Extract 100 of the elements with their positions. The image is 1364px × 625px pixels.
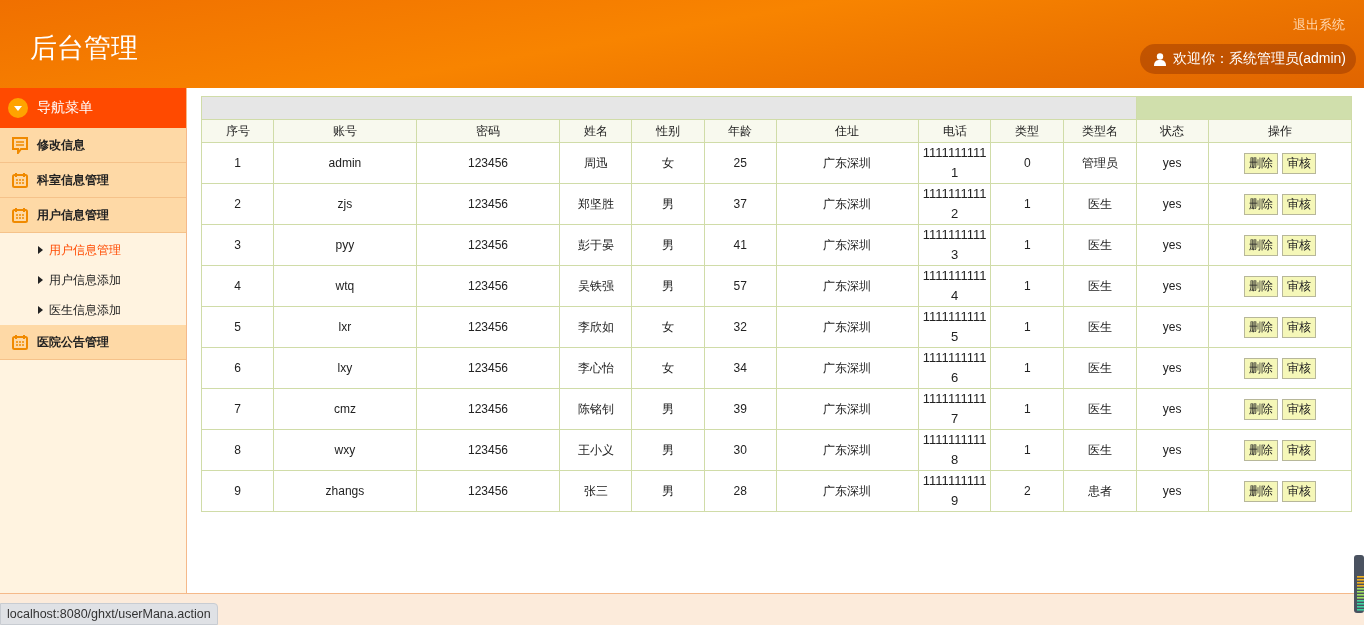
table-cell: 37	[704, 183, 777, 225]
table-cell: 吴铁强	[559, 265, 632, 307]
table-cell: 医生	[1063, 347, 1137, 389]
delete-button[interactable]: 删除	[1243, 316, 1278, 338]
speech-bubble-icon	[12, 136, 28, 154]
table-cell: 2	[990, 470, 1064, 512]
delete-button[interactable]: 删除	[1243, 193, 1278, 215]
delete-button[interactable]: 删除	[1243, 439, 1278, 461]
table-cell: 123456	[416, 142, 560, 184]
table-cell: 医生	[1063, 265, 1137, 307]
table-cell: 广东深圳	[776, 306, 919, 348]
table-cell: 2	[201, 183, 274, 225]
calendar-icon	[12, 334, 28, 350]
table-cell: yes	[1136, 470, 1209, 512]
table-cell: 123456	[416, 388, 560, 430]
column-header: 密码	[416, 119, 560, 143]
table-cell: 57	[704, 265, 777, 307]
menu-group[interactable]: 用户信息管理	[0, 198, 186, 233]
triangle-icon	[38, 306, 43, 314]
table-cell: zhangs	[273, 470, 417, 512]
table-cell: 11111111117	[918, 388, 991, 430]
delete-button[interactable]: 删除	[1243, 480, 1278, 502]
calendar-icon	[12, 172, 28, 188]
delete-button[interactable]: 删除	[1243, 398, 1278, 420]
table-cell: 医生	[1063, 224, 1137, 266]
table-cell: 11111111113	[918, 224, 991, 266]
review-button[interactable]: 审核	[1281, 316, 1316, 338]
review-button[interactable]: 审核	[1281, 275, 1316, 297]
review-button[interactable]: 审核	[1281, 193, 1316, 215]
table-cell: 1	[990, 265, 1064, 307]
table-cell: 6	[201, 347, 274, 389]
delete-button[interactable]: 删除	[1243, 275, 1278, 297]
table-cell: pyy	[273, 224, 417, 266]
table-cell: 41	[704, 224, 777, 266]
delete-button[interactable]: 删除	[1243, 152, 1278, 174]
submenu-item[interactable]: 用户信息添加	[0, 265, 186, 295]
column-header: 账号	[273, 119, 417, 143]
table-cell: 11111111112	[918, 183, 991, 225]
column-header: 序号	[201, 119, 274, 143]
table-cell: lxr	[273, 306, 417, 348]
level-meter-icon	[1354, 555, 1364, 613]
table-cell: 郑坚胜	[559, 183, 632, 225]
table-cell: 王小义	[559, 429, 632, 471]
welcome-text: 欢迎你：系统管理员(admin)	[1172, 50, 1346, 68]
review-button[interactable]: 审核	[1281, 234, 1316, 256]
table-cell: 11111111115	[918, 306, 991, 348]
menu-group[interactable]: 医院公告管理	[0, 325, 186, 360]
table-cell: 周迅	[559, 142, 632, 184]
table-cell: 3	[201, 224, 274, 266]
table-cell: 广东深圳	[776, 142, 919, 184]
table-cell: yes	[1136, 429, 1209, 471]
table-cell: 11111111114	[918, 265, 991, 307]
table-cell: 医生	[1063, 306, 1137, 348]
table-cell: 男	[632, 224, 705, 266]
table-cell: yes	[1136, 224, 1209, 266]
submenu-item[interactable]: 医生信息添加	[0, 295, 186, 325]
review-button[interactable]: 审核	[1281, 480, 1316, 502]
table-cell: 医生	[1063, 183, 1137, 225]
review-button[interactable]: 审核	[1281, 357, 1316, 379]
review-button[interactable]: 审核	[1281, 152, 1316, 174]
table-cell: 123456	[416, 224, 560, 266]
calendar-icon	[12, 207, 28, 223]
table-cell: lxy	[273, 347, 417, 389]
table-cell: 11111111116	[918, 347, 991, 389]
table-cell: 广东深圳	[776, 429, 919, 471]
table-cell: 1	[990, 183, 1064, 225]
table-cell: 广东深圳	[776, 183, 919, 225]
table-cell: 1	[990, 224, 1064, 266]
table-cell: 1	[990, 388, 1064, 430]
table-cell: 男	[632, 388, 705, 430]
delete-button[interactable]: 删除	[1243, 234, 1278, 256]
delete-button[interactable]: 删除	[1243, 357, 1278, 379]
table-cell: 医生	[1063, 429, 1137, 471]
triangle-icon	[38, 246, 43, 254]
triangle-icon	[38, 276, 43, 284]
table-cell: 123456	[416, 306, 560, 348]
table-cell: 医生	[1063, 388, 1137, 430]
menu-group[interactable]: 修改信息	[0, 128, 186, 163]
review-button[interactable]: 审核	[1281, 439, 1316, 461]
table-cell: 1	[990, 429, 1064, 471]
table-cell: yes	[1136, 347, 1209, 389]
table-cell: 8	[201, 429, 274, 471]
table-cell: yes	[1136, 142, 1209, 184]
table-cell: 1	[201, 142, 274, 184]
table-cell: wtq	[273, 265, 417, 307]
table-cell: 女	[632, 347, 705, 389]
table-cell: 广东深圳	[776, 224, 919, 266]
review-button[interactable]: 审核	[1281, 398, 1316, 420]
table-cell: 男	[632, 470, 705, 512]
table-cell: 7	[201, 388, 274, 430]
table-cell: 123456	[416, 347, 560, 389]
table-cell: 32	[704, 306, 777, 348]
table-cell: 李欣如	[559, 306, 632, 348]
menu-group[interactable]: 科室信息管理	[0, 163, 186, 198]
table-cell: 男	[632, 265, 705, 307]
table-cell: 123456	[416, 183, 560, 225]
table-cell: 39	[704, 388, 777, 430]
table-cell: 28	[704, 470, 777, 512]
table-cell: 男	[632, 183, 705, 225]
table-cell: 34	[704, 347, 777, 389]
